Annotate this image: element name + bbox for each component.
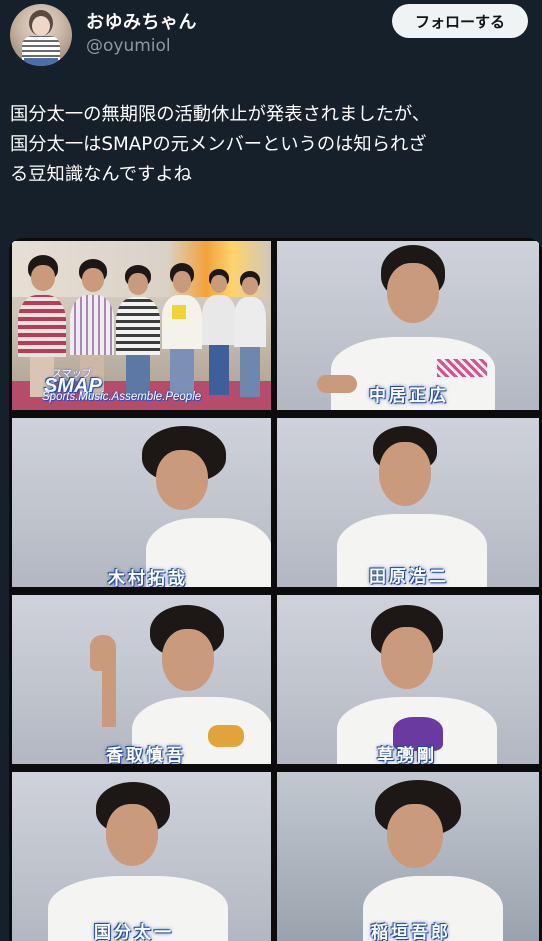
boy-figure — [234, 271, 266, 410]
avatar-jeans — [24, 58, 58, 66]
boy-figure — [162, 263, 202, 408]
member-photo: 草彅剛 — [277, 595, 539, 764]
member-photo: 稲垣吾郎 — [277, 772, 539, 941]
member-caption: 草彅剛 — [377, 746, 437, 764]
avatar-face — [32, 16, 50, 36]
member-caption: 田原浩二 — [369, 567, 449, 587]
member-photo: 木村拓哉 — [12, 418, 271, 587]
member-photo: 国分太一 — [12, 772, 271, 941]
member-caption: 香取慎吾 — [106, 746, 186, 764]
member-photo: 香取慎吾 — [12, 595, 271, 764]
tweet-text: 国分太一の無期限の活動休止が発表されましたが、 国分太一はSMAPの元メンバーと… — [10, 100, 534, 190]
follow-button[interactable]: フォローする — [392, 4, 528, 38]
user-handle: @oyumiol — [86, 36, 171, 56]
member-photo: 田原浩二 — [277, 418, 539, 587]
tweet: おゆみちゃん @oyumiol フォローする 国分太一の無期限の活動休止が発表さ… — [0, 0, 542, 941]
group-photo: スマップ SMAP Sports.Music.Assemble.People — [12, 241, 271, 410]
boy-figure — [116, 265, 160, 410]
tweet-media-image[interactable]: スマップ SMAP Sports.Music.Assemble.People 中… — [9, 238, 542, 941]
member-caption: 国分太一 — [94, 923, 174, 941]
tweet-text-line: 国分太一はSMAPの元メンバーというのは知られざ — [10, 134, 427, 155]
smap-logo-subtitle: Sports.Music.Assemble.People — [42, 391, 202, 403]
member-photo: 中居正広 — [277, 241, 539, 410]
tweet-text-line: 国分太一の無期限の活動休止が発表されましたが、 — [10, 104, 431, 125]
tweet-header: おゆみちゃん @oyumiol フォローする — [0, 0, 542, 80]
member-caption: 中居正広 — [369, 386, 449, 406]
boy-figure — [202, 269, 236, 409]
avatar[interactable] — [10, 4, 72, 66]
member-caption: 稲垣吾郎 — [371, 923, 451, 941]
member-caption: 木村拓哉 — [108, 569, 188, 587]
waving-hand — [90, 635, 116, 671]
display-name[interactable]: おゆみちゃん — [86, 8, 197, 34]
tweet-text-line: る豆知識なんですよね — [10, 164, 192, 185]
